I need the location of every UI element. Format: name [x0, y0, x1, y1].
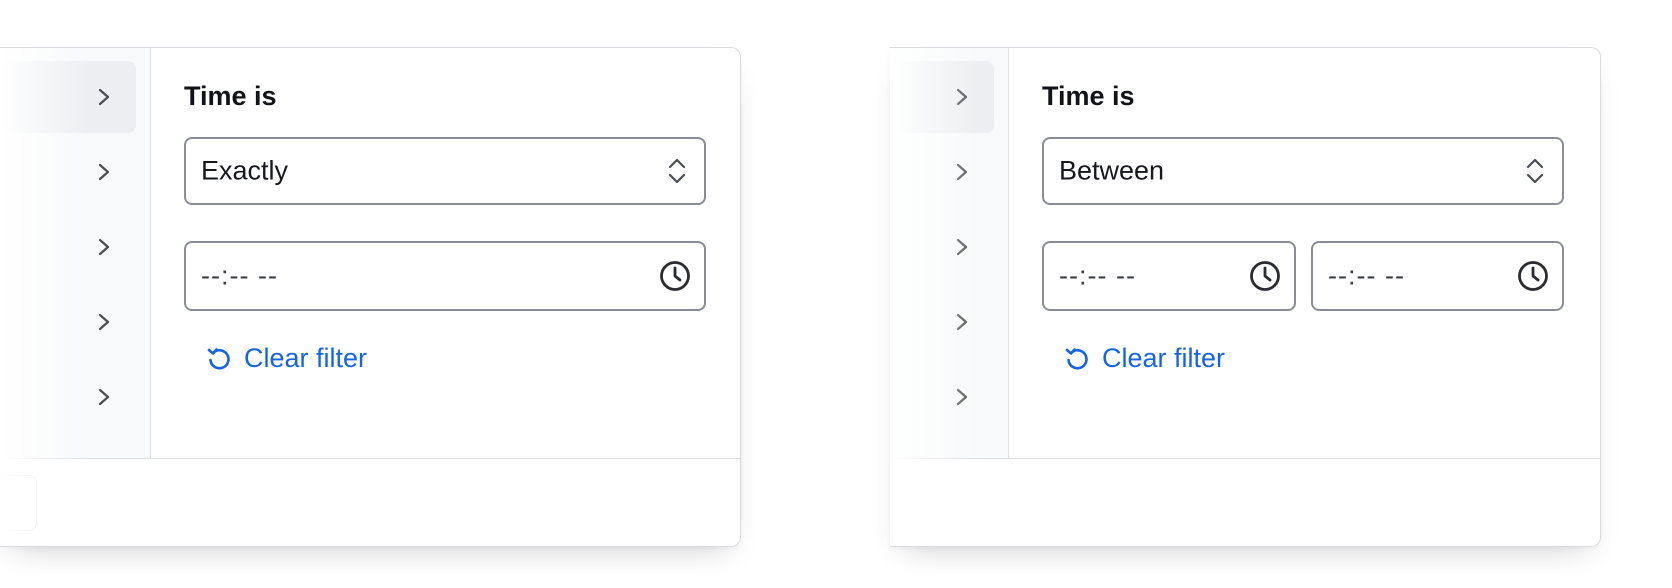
- operator-select-value: Exactly: [201, 155, 289, 186]
- sidebar-item[interactable]: [0, 211, 136, 283]
- chevron-right-icon: [952, 162, 972, 182]
- clock-icon[interactable]: [1248, 259, 1282, 293]
- filter-panel-between: Time is Between --:-- -- --:-- -- Clear …: [890, 47, 1601, 547]
- footer-button[interactable]: [0, 475, 37, 531]
- clear-filter-label: Clear filter: [1102, 343, 1226, 373]
- chevron-right-icon: [952, 312, 972, 332]
- reset-icon: [1064, 346, 1090, 372]
- chevron-right-icon: [94, 237, 114, 257]
- chevron-up-down-icon: [1524, 156, 1546, 186]
- clock-icon[interactable]: [658, 259, 692, 293]
- clear-filter-label: Clear filter: [244, 343, 368, 373]
- sidebar-item[interactable]: [890, 361, 994, 433]
- time-input-value: --:-- --: [1328, 260, 1405, 291]
- sidebar-item[interactable]: [0, 61, 136, 133]
- chevron-right-icon: [952, 387, 972, 407]
- clear-filter-button[interactable]: Clear filter: [1064, 343, 1225, 374]
- sidebar-item[interactable]: [0, 286, 136, 358]
- end-time-input[interactable]: --:-- --: [1311, 241, 1564, 311]
- sidebar-item[interactable]: [890, 136, 994, 208]
- chevron-right-icon: [952, 237, 972, 257]
- filter-title: Time is: [184, 81, 277, 111]
- sidebar-item[interactable]: [0, 361, 136, 433]
- filter-content: Time is Exactly --:-- -- Clear filter: [151, 48, 740, 458]
- chevron-up-down-icon: [666, 156, 688, 186]
- operator-select[interactable]: Exactly: [184, 137, 706, 205]
- operator-select[interactable]: Between: [1042, 137, 1564, 205]
- filter-title: Time is: [1042, 81, 1135, 111]
- chevron-right-icon: [94, 162, 114, 182]
- sidebar-item[interactable]: [890, 61, 994, 133]
- time-input-value: --:-- --: [1059, 260, 1136, 291]
- start-time-input[interactable]: --:-- --: [1042, 241, 1296, 311]
- panel-footer: [890, 458, 1600, 546]
- time-input[interactable]: --:-- --: [184, 241, 706, 311]
- chevron-right-icon: [94, 87, 114, 107]
- chevron-right-icon: [94, 312, 114, 332]
- chevron-right-icon: [94, 387, 114, 407]
- filter-content: Time is Between --:-- -- --:-- -- Clear …: [1009, 48, 1600, 458]
- clear-filter-button[interactable]: Clear filter: [206, 343, 367, 374]
- operator-select-value: Between: [1059, 155, 1165, 186]
- time-input-value: --:-- --: [201, 260, 278, 291]
- filter-sidebar: [890, 48, 1009, 458]
- filter-sidebar: [0, 48, 151, 458]
- chevron-right-icon: [952, 87, 972, 107]
- sidebar-item[interactable]: [890, 211, 994, 283]
- sidebar-item[interactable]: [0, 136, 136, 208]
- filter-panel-exactly: Time is Exactly --:-- -- Clear filter: [0, 47, 741, 547]
- panel-footer: [0, 458, 740, 546]
- reset-icon: [206, 346, 232, 372]
- clock-icon[interactable]: [1516, 259, 1550, 293]
- sidebar-item[interactable]: [890, 286, 994, 358]
